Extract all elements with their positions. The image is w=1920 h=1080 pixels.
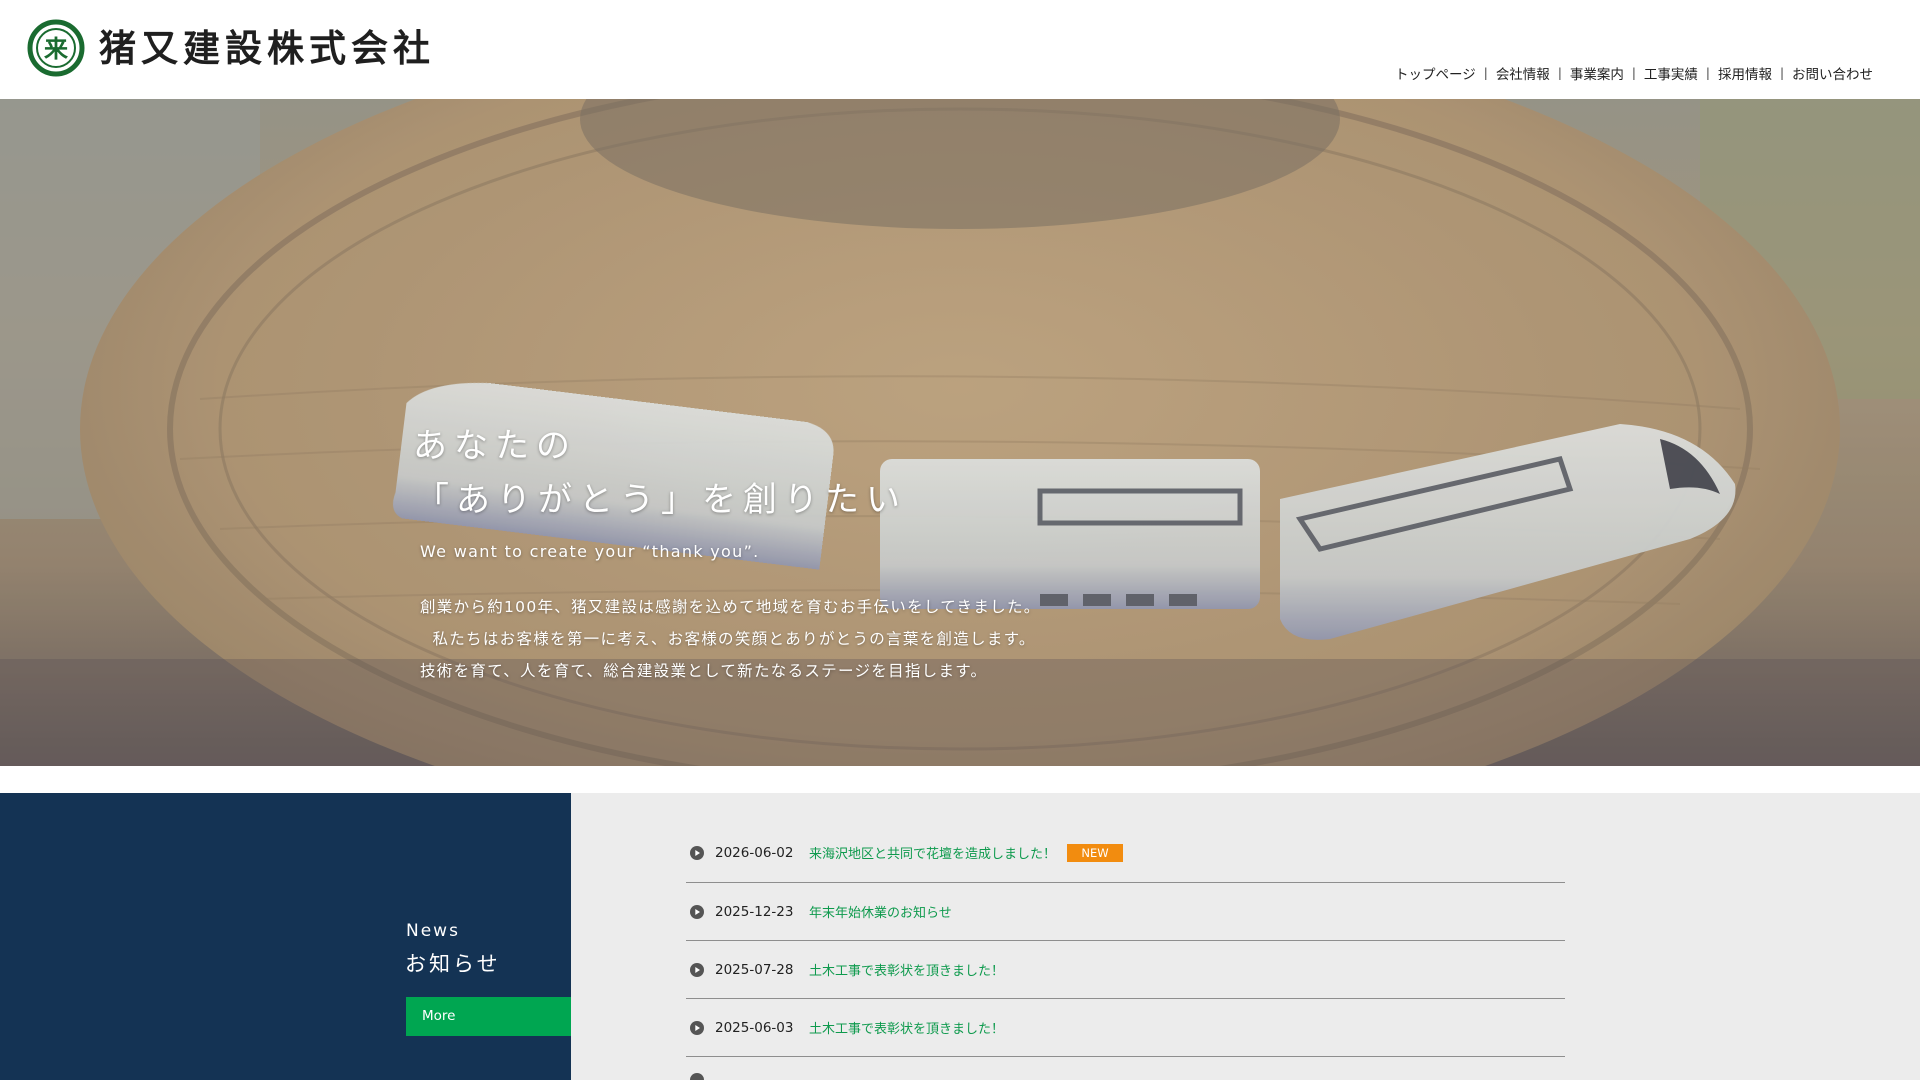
hero-headline-line1: あなたの: [413, 426, 577, 466]
play-circle-icon: [690, 1073, 704, 1080]
news-title-link[interactable]: 来海沢地区と共同で花壇を造成しました！: [809, 843, 1056, 862]
nav-business[interactable]: 事業案内: [1570, 63, 1624, 83]
news-title-link[interactable]: 土木工事で表彰状を頂きました！: [809, 1018, 1004, 1037]
hero-section: あなたの 「ありがとう」を創りたい We want to create your…: [0, 99, 1920, 766]
nav-top-page[interactable]: トップページ: [1395, 63, 1476, 83]
news-title-link[interactable]: 土木工事で表彰状を頂きました！: [809, 960, 1004, 979]
nav-contact[interactable]: お問い合わせ: [1792, 63, 1873, 83]
news-item[interactable]: 2025-06-03 土木工事で表彰状を頂きました！: [686, 999, 1565, 1057]
hero-subheadline: We want to create your “thank you”.: [420, 542, 760, 561]
nav-separator: |: [1779, 66, 1784, 80]
company-logo[interactable]: 来 猪又建設株式会社: [27, 19, 435, 77]
site-header: 来 猪又建設株式会社 トップページ | 会社情報 | 事業案内 | 工事実績 |…: [0, 0, 1920, 99]
news-date: 2025-07-28: [715, 961, 794, 978]
nav-recruit[interactable]: 採用情報: [1718, 63, 1772, 83]
company-name: 猪又建設株式会社: [99, 26, 435, 70]
hero-headline: あなたの 「ありがとう」を創りたい: [413, 419, 1041, 527]
new-badge: NEW: [1067, 843, 1124, 862]
nav-company-info[interactable]: 会社情報: [1496, 63, 1550, 83]
nav-separator: |: [1631, 66, 1636, 80]
news-list: 2026-06-02 来海沢地区と共同で花壇を造成しました！ NEW 2025-…: [686, 823, 1565, 1057]
play-circle-icon: [690, 962, 704, 977]
play-circle-icon: [690, 904, 704, 919]
news-item[interactable]: 2025-07-28 土木工事で表彰状を頂きました！: [686, 941, 1565, 999]
news-heading-panel: [0, 793, 571, 1080]
company-logo-mark-icon: 来: [27, 19, 85, 77]
nav-separator: |: [1483, 66, 1488, 80]
news-heading-en: News: [406, 921, 460, 941]
news-item[interactable]: 2025-12-23 年末年始休業のお知らせ: [686, 883, 1565, 941]
hero-headline-line2: 「ありがとう」を創りたい: [415, 480, 907, 520]
nav-works[interactable]: 工事実績: [1644, 63, 1698, 83]
hero-description-line: 私たちはお客様を第一に考え、お客様の笑顔とありがとうの言葉を創造します。: [420, 630, 1036, 648]
nav-separator: |: [1557, 66, 1562, 80]
svg-text:来: 来: [44, 35, 69, 63]
hero-description: 創業から約100年、猪又建設は感謝を込めて地域を育むお手伝いをしてきました。 私…: [413, 591, 1041, 687]
play-circle-icon: [690, 1020, 704, 1035]
hero-description-line: 技術を育て、人を育て、総合建設業として新たなるステージを目指します。: [420, 662, 988, 680]
news-date: 2026-06-02: [715, 844, 794, 861]
hero-copy: あなたの 「ありがとう」を創りたい We want to create your…: [413, 419, 1041, 687]
news-date: 2025-06-03: [715, 1019, 794, 1036]
hero-description-line: 創業から約100年、猪又建設は感謝を込めて地域を育むお手伝いをしてきました。: [420, 598, 1041, 616]
nav-separator: |: [1705, 66, 1710, 80]
news-date: 2025-12-23: [715, 903, 794, 920]
global-nav: トップページ | 会社情報 | 事業案内 | 工事実績 | 採用情報 | お問い…: [1395, 63, 1873, 83]
news-item[interactable]: 2026-06-02 来海沢地区と共同で花壇を造成しました！ NEW: [686, 823, 1565, 883]
news-title-link[interactable]: 年末年始休業のお知らせ: [809, 902, 952, 921]
news-heading-ja: お知らせ: [405, 952, 501, 976]
play-circle-icon: [690, 845, 704, 860]
